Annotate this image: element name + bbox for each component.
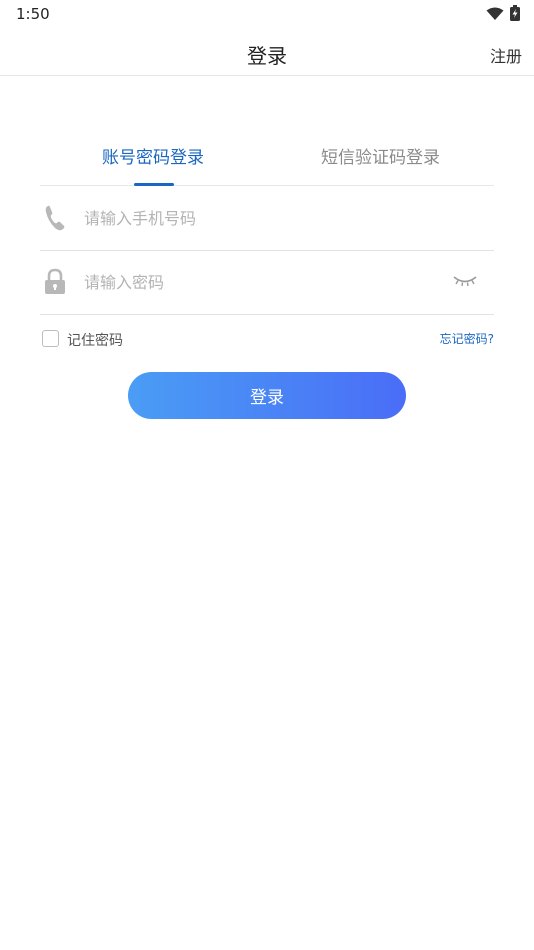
- wifi-icon: [486, 6, 504, 25]
- battery-charging-icon: [510, 5, 520, 25]
- login-screen: 1:50 登录 注册 账号密码登录 短信验证码登录 请输入手机号码 记住密码 忘…: [0, 0, 534, 950]
- eye-closed-icon[interactable]: [452, 272, 478, 290]
- status-icons: [486, 5, 520, 25]
- forgot-password-link[interactable]: 忘记密码?: [440, 330, 494, 347]
- login-tabs: 账号密码登录 短信验证码登录: [40, 140, 494, 186]
- phone-input[interactable]: [84, 204, 424, 232]
- status-time: 1:50: [16, 5, 50, 23]
- phone-row: [40, 186, 494, 251]
- password-row: [40, 250, 494, 315]
- remember-password-label[interactable]: 记住密码: [67, 330, 123, 350]
- register-link[interactable]: 注册: [490, 43, 522, 67]
- status-bar: 1:50: [0, 0, 534, 28]
- remember-password-checkbox[interactable]: [42, 330, 59, 347]
- lock-icon: [43, 268, 67, 296]
- tab-account-password[interactable]: 账号密码登录: [102, 143, 204, 168]
- phone-icon: [43, 204, 67, 232]
- remember-row: 记住密码 忘记密码?: [40, 328, 494, 350]
- login-button[interactable]: 登录: [128, 372, 406, 419]
- password-input[interactable]: [84, 268, 424, 296]
- app-header: 登录 注册: [0, 28, 534, 76]
- tab-sms-code[interactable]: 短信验证码登录: [321, 143, 440, 168]
- page-title: 登录: [247, 44, 287, 68]
